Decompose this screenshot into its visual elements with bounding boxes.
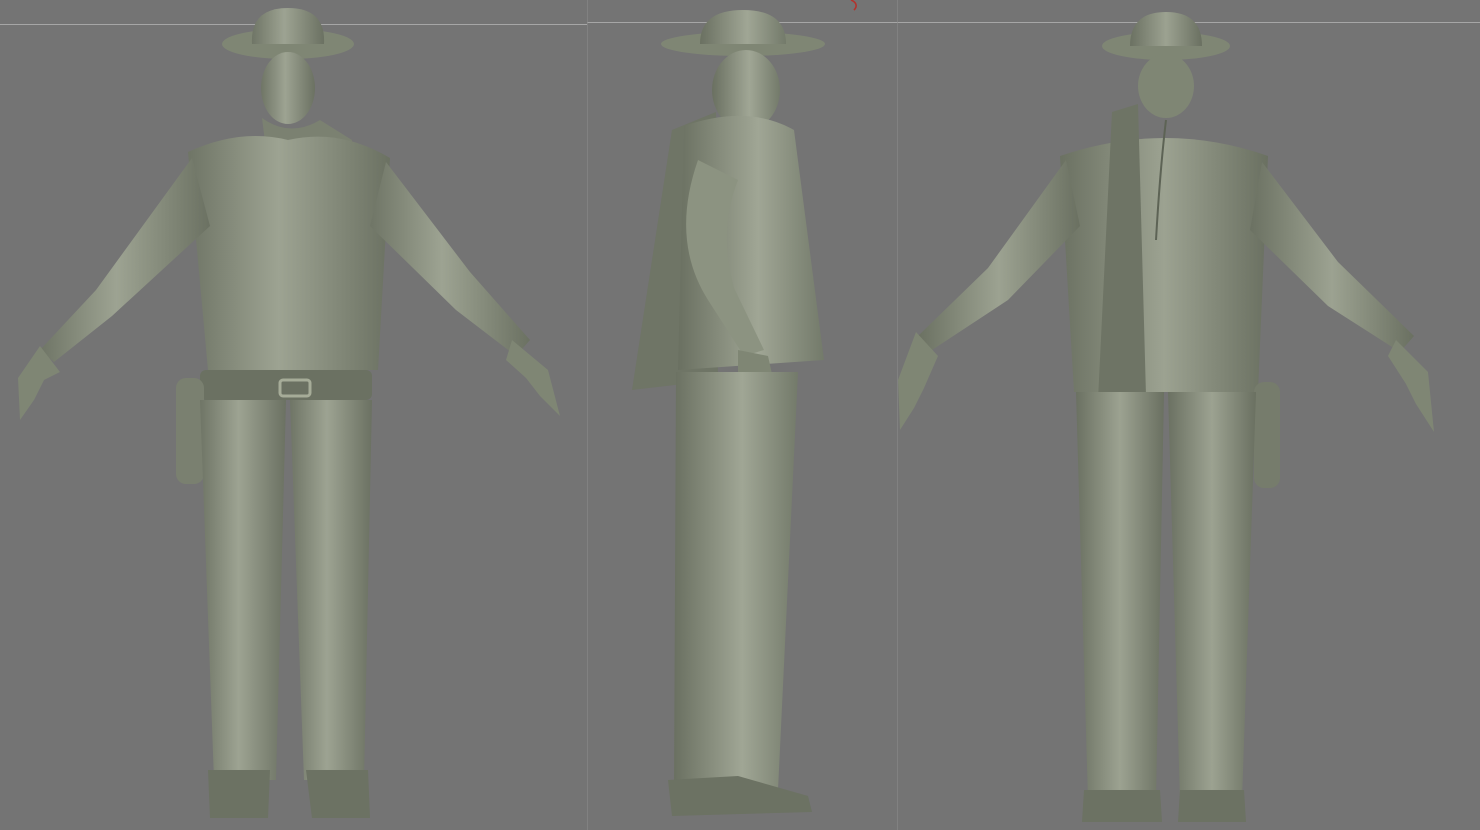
back-view-panel[interactable] [898, 0, 1480, 830]
right-hand [1388, 340, 1434, 432]
boot [668, 776, 812, 816]
right-boot [1178, 790, 1246, 822]
right-boot [306, 770, 370, 818]
jacket [1060, 138, 1268, 392]
hat-crown [700, 10, 786, 44]
left-leg [1076, 392, 1164, 800]
character-front-view-icon [18, 8, 560, 818]
jacket [188, 136, 390, 370]
holster [1254, 382, 1280, 488]
left-arm [40, 158, 210, 362]
right-leg [1168, 392, 1256, 800]
right-leg [290, 400, 372, 780]
left-leg [200, 400, 286, 780]
left-boot [208, 770, 270, 818]
holster [176, 378, 204, 484]
head [1138, 54, 1194, 118]
front-view-panel[interactable] [0, 0, 587, 830]
side-view-panel[interactable] [588, 0, 897, 830]
hat-crown [1130, 12, 1202, 46]
left-arm [918, 160, 1080, 350]
character-back-view-icon [898, 12, 1434, 822]
right-hand [506, 340, 560, 416]
right-arm [1250, 162, 1414, 352]
sculpt-viewport[interactable] [0, 0, 1480, 830]
character-side-view-icon [632, 10, 825, 816]
right-arm [370, 162, 530, 356]
legs [674, 372, 798, 790]
left-boot [1082, 790, 1162, 822]
head [261, 52, 315, 124]
hat-crown [251, 8, 325, 44]
